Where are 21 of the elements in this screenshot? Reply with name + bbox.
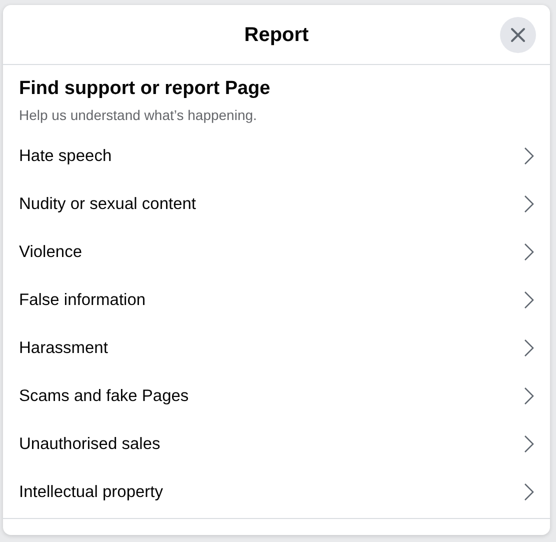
close-button[interactable] xyxy=(500,17,536,53)
section-subheading: Help us understand what’s happening. xyxy=(19,106,258,125)
report-option[interactable]: False information xyxy=(3,276,550,324)
chevron-right-icon xyxy=(524,291,534,309)
chevron-right-icon xyxy=(524,483,534,501)
chevron-right-icon xyxy=(524,435,534,453)
report-option[interactable]: Harassment xyxy=(3,324,550,372)
close-icon xyxy=(510,27,526,43)
report-option[interactable]: Scams and fake Pages xyxy=(3,372,550,420)
chevron-right-icon xyxy=(524,243,534,261)
report-option[interactable]: Violence xyxy=(3,228,550,276)
report-option[interactable]: Hate speech xyxy=(3,132,550,180)
chevron-right-icon xyxy=(524,339,534,357)
section-heading: Find support or report Page xyxy=(19,77,272,101)
dialog-title: Report xyxy=(244,22,309,48)
report-option[interactable]: Unauthorised sales xyxy=(3,420,550,468)
chevron-right-icon xyxy=(524,195,534,213)
report-option[interactable]: Nudity or sexual content xyxy=(3,180,550,228)
chevron-right-icon xyxy=(524,147,534,165)
chevron-right-icon xyxy=(524,387,534,405)
report-option[interactable]: Intellectual property xyxy=(3,468,550,516)
